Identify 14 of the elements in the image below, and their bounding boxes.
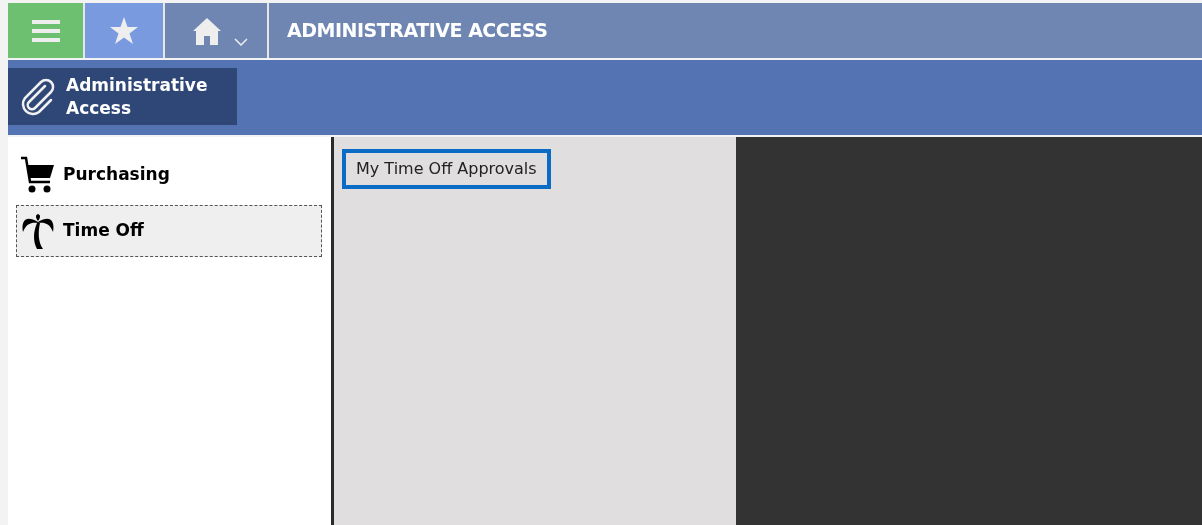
menu-button[interactable] [8, 3, 83, 58]
page-title: ADMINISTRATIVE ACCESS [287, 18, 548, 44]
palm-tree-icon [21, 212, 55, 250]
cart-icon [21, 156, 55, 194]
chevron-down-icon [234, 37, 248, 46]
star-icon [109, 16, 139, 45]
sidebar-item[interactable]: Time Off [16, 205, 322, 257]
home-button[interactable] [165, 3, 267, 58]
favorites-button[interactable] [85, 3, 163, 58]
module-button[interactable]: Administrative Access [8, 68, 237, 125]
menu-icon [31, 19, 60, 42]
sidebar-item[interactable]: Purchasing [16, 149, 322, 201]
home-icon [192, 16, 222, 45]
approvals-button[interactable]: My Time Off Approvals [342, 149, 551, 189]
